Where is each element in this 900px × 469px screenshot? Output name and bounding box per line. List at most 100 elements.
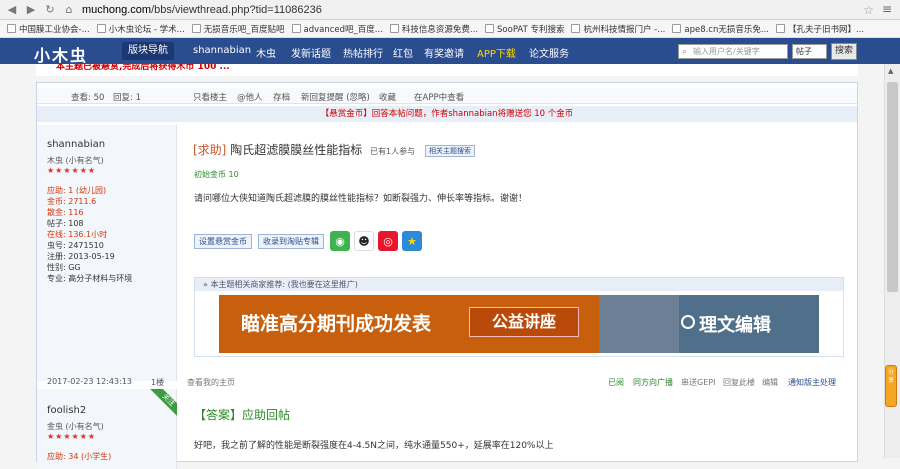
author-stars: ★★★★★★: [47, 166, 97, 175]
post-body: 请问哪位大侠知道陶氏超滤膜的膜丝性能指标？如断裂强力、伸长率等指标。谢谢！: [194, 194, 528, 204]
stat-posts: 帖子: 108: [47, 219, 84, 228]
ad-header[interactable]: » 本主题相关商家推荐: (我也要在这里推广): [195, 278, 843, 291]
ad-text-lecture: 公益讲座: [469, 307, 579, 337]
bookmark-item[interactable]: 小木虫论坛 - 学术...: [96, 23, 185, 35]
bookmark-item[interactable]: SooPAT 专利搜索: [485, 23, 564, 35]
nav-invite[interactable]: 有奖邀请: [424, 45, 464, 60]
search-input[interactable]: ⌕ 输入用户名/关键字: [678, 44, 788, 59]
nav-board-navigation[interactable]: 版块导航: [122, 42, 174, 60]
reload-icon[interactable]: ↻: [43, 3, 57, 17]
nav-muchong[interactable]: 木虫: [256, 45, 276, 60]
stat-gender: 性别: GG: [47, 263, 81, 272]
post-date: 2017-02-23 12:43:13: [47, 377, 132, 386]
action-mention[interactable]: @他人: [237, 91, 263, 103]
menu-icon[interactable]: ≡: [882, 2, 892, 16]
footer-reply[interactable]: 回复此楼: [723, 377, 755, 388]
nav-app-download[interactable]: APP下载: [477, 45, 516, 60]
action-open-app[interactable]: 在APP中查看: [414, 91, 464, 103]
post-title: [求助] 陶氏超滤膜膜丝性能指标 已有1人参与 相关主题搜索: [193, 141, 475, 158]
bookmark-item[interactable]: 无损音乐吧_百度贴吧: [191, 23, 285, 35]
post-footer: 2017-02-23 12:43:13 1楼 查看我的主页 已阅 同方向广播 串…: [37, 376, 857, 390]
nav-red-packet[interactable]: 红包: [393, 45, 413, 60]
bookmark-item[interactable]: 科技信息资源免费...: [389, 23, 478, 35]
ad-banner[interactable]: 瞄准高分期刊成功发表 公益讲座 理文编辑: [219, 295, 819, 353]
footer-gepi[interactable]: 串送GEPI: [681, 377, 715, 388]
bookmark-favicon-icon: [571, 24, 581, 33]
bookmark-favicon-icon: [191, 24, 201, 33]
action-only-author[interactable]: 只看楼主: [193, 91, 227, 103]
bookmark-item[interactable]: ape8.cn无损音乐免...: [672, 23, 769, 35]
home-icon[interactable]: ⌂: [62, 3, 76, 17]
bookmark-star-icon[interactable]: ☆: [863, 3, 874, 17]
author-sidebar: shannabian 木虫 (小有名气) ★★★★★★ 应助: 1 (幼儿园) …: [37, 125, 177, 381]
forward-icon[interactable]: ▶: [24, 3, 38, 17]
view-home-link[interactable]: 查看我的主页: [187, 377, 235, 388]
view-count: 查看: 50: [71, 93, 105, 103]
bookmarks-bar: 中国膜工业协会-... 小木虫论坛 - 学术... 无损音乐吧_百度贴吧 advanc…: [0, 20, 900, 38]
search-button[interactable]: 搜索: [831, 43, 857, 60]
bookmark-label: ape8.cn无损音乐免...: [684, 24, 769, 35]
thread-topbar: 查看: 50 回复: 1 只看楼主 @他人 存档 新回复提醒 (忽略) 收藏 在…: [37, 88, 857, 104]
author-rank: 木虫 (小有名气): [47, 156, 104, 165]
bookmark-label: advanced吧_百度...: [303, 24, 383, 35]
notice-strip: 本主题已被悬赏,完成后将获得木币 100 ...: [36, 64, 858, 76]
bookmark-item[interactable]: 杭州科技情报门户 -...: [571, 23, 665, 35]
stat-help: 应助: 1 (幼儿园): [47, 186, 107, 195]
site-nav: 小木虫 版块导航 shannabian 木虫 发新话题 热帖排行 红包 有奖邀请…: [0, 38, 900, 66]
browser-toolbar: ◀ ▶ ↻ ⌂ muchong.com/bbs/viewthread.php?t…: [0, 0, 900, 20]
bookmark-favicon-icon: [291, 24, 301, 33]
nav-hot[interactable]: 热帖排行: [343, 45, 383, 60]
bookmark-favicon-icon: [672, 24, 682, 33]
bookmark-favicon-icon: [96, 24, 106, 33]
bookmark-favicon-icon: [485, 24, 495, 33]
bookmark-item[interactable]: 中国膜工业协会-...: [7, 23, 90, 35]
post-buttons: 设置悬赏金币 收录到淘贴专辑 ◉ ☻ ◎ ★: [194, 231, 426, 251]
action-archive[interactable]: 存档: [273, 91, 290, 103]
qq-icon[interactable]: ☻: [354, 231, 374, 251]
bookmark-favicon-icon: [775, 24, 785, 33]
bookmark-label: SooPAT 专利搜索: [497, 24, 565, 35]
footer-broadcast[interactable]: 同方向广播: [633, 377, 673, 388]
bookmark-item[interactable]: 【孔夫子旧书网】...: [775, 23, 864, 35]
initial-coins: 初始金币 10: [194, 170, 239, 179]
float-share-button[interactable]: 分享: [885, 365, 897, 407]
footer-edit[interactable]: 编辑: [762, 377, 778, 388]
follow-ribbon[interactable]: 关注: [149, 389, 177, 417]
ad-box: » 本主题相关商家推荐: (我也要在这里推广) 瞄准高分期刊成功发表 公益讲座 …: [194, 277, 844, 357]
reply-author-name[interactable]: foolish2: [47, 405, 86, 416]
action-favorite[interactable]: 收藏: [379, 91, 396, 103]
reply-stat-help: 应助: 34 (小学生): [47, 452, 112, 461]
footer-report[interactable]: 通知版主处理: [788, 377, 836, 388]
post-tag: [求助]: [193, 143, 227, 157]
reply-count: 回复: 1: [113, 93, 141, 103]
scroll-up-icon[interactable]: ▲: [888, 67, 893, 75]
stat-register: 注册: 2013-05-19: [47, 252, 115, 261]
author-name[interactable]: shannabian: [47, 139, 105, 150]
weibo-icon[interactable]: ◎: [378, 231, 398, 251]
reply-author-rank: 金虫 (小有名气): [47, 422, 104, 431]
address-bar[interactable]: muchong.com/bbs/viewthread.php?tid=11086…: [82, 4, 322, 16]
related-search-button[interactable]: 相关主题搜索: [424, 144, 475, 157]
site-logo[interactable]: 小木虫: [34, 42, 88, 66]
bookmark-favicon-icon: [389, 24, 399, 33]
wechat-icon[interactable]: ◉: [330, 231, 350, 251]
stat-uid: 虫号: 2471510: [47, 241, 104, 250]
search-type-select[interactable]: 帖子: [792, 44, 827, 59]
nav-new-topic[interactable]: 发新话题: [291, 45, 331, 60]
action-reply-alert[interactable]: 新回复提醒 (忽略): [301, 91, 370, 103]
nav-user[interactable]: shannabian: [193, 45, 251, 56]
bookmark-favicon-icon: [7, 24, 16, 33]
stat-major: 专业: 高分子材料与环境: [47, 274, 133, 283]
search-icon: ⌕: [682, 47, 688, 57]
qzone-icon[interactable]: ★: [402, 231, 422, 251]
set-reward-button[interactable]: 设置悬赏金币: [194, 233, 252, 249]
add-album-button[interactable]: 收录到淘贴专辑: [258, 233, 324, 249]
bookmark-item[interactable]: advanced吧_百度...: [291, 23, 383, 35]
thread-container: 查看: 50 回复: 1 只看楼主 @他人 存档 新回复提醒 (忽略) 收藏 在…: [36, 82, 858, 469]
ad-brand: 理文编辑: [699, 315, 771, 336]
nav-paper-service[interactable]: 论文服务: [529, 45, 569, 60]
scroll-thumb[interactable]: [887, 82, 898, 292]
bookmark-label: 杭州科技情报门户 -...: [583, 24, 666, 35]
footer-read[interactable]: 已阅: [608, 377, 624, 388]
back-icon[interactable]: ◀: [5, 3, 19, 17]
